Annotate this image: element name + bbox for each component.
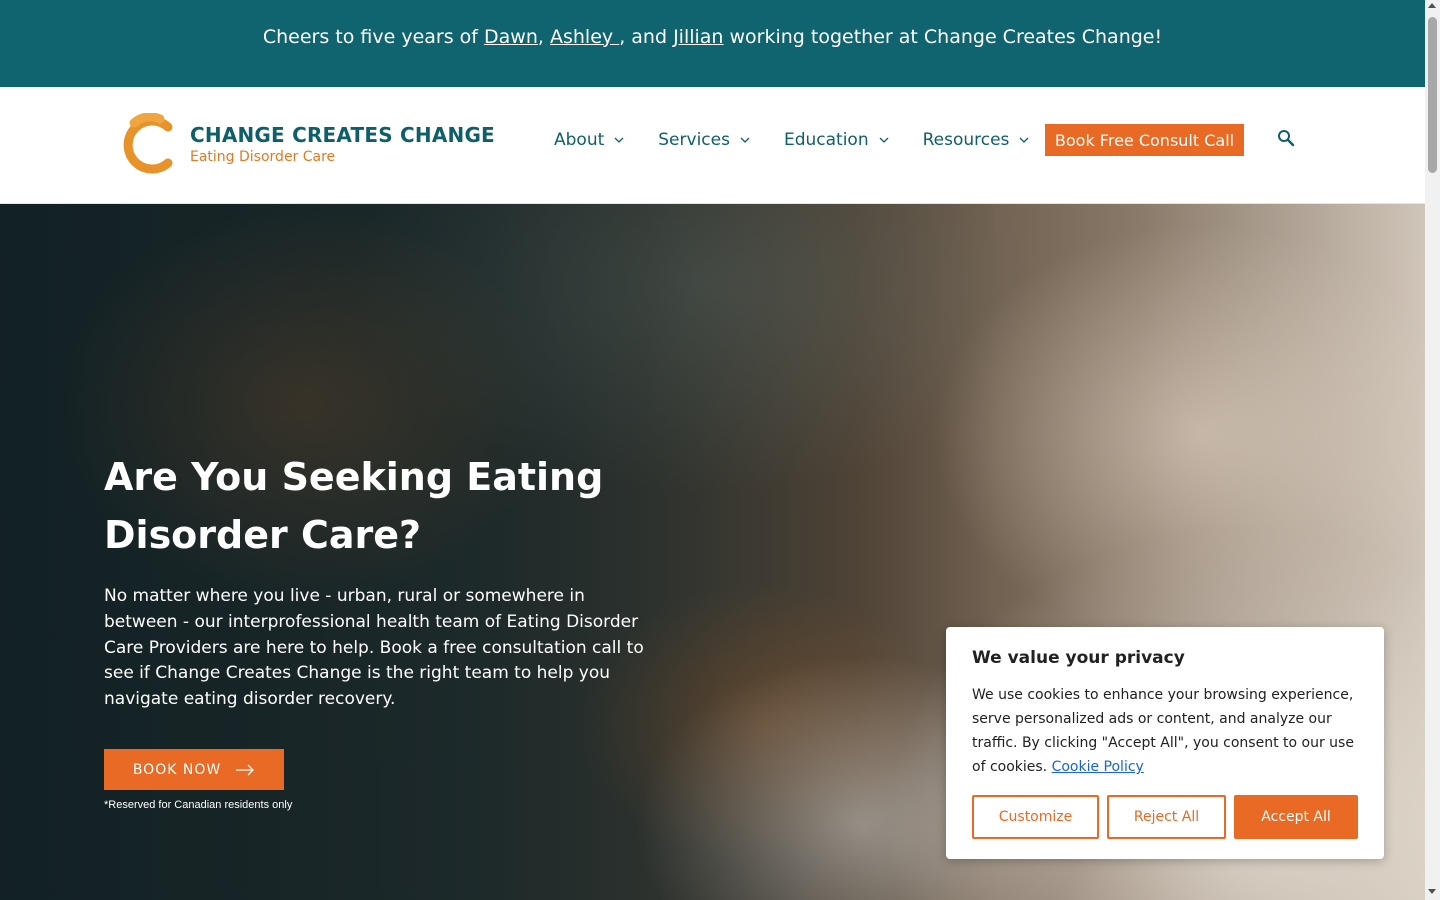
cookie-reject-button[interactable]: Reject All — [1107, 795, 1226, 839]
nav-label-resources: Resources — [922, 130, 1010, 150]
logo-subtitle: Eating Disorder Care — [190, 149, 336, 165]
announcement-suffix: working together at Change Creates Chang… — [723, 25, 1163, 48]
logo-c-icon — [123, 113, 173, 174]
announcement-sep-1: , — [537, 25, 550, 48]
hero-description: No matter where you live - urban, rural … — [104, 586, 644, 710]
book-now-label: BOOK NOW — [132, 761, 222, 778]
scroll-up-arrow-icon[interactable] — [1428, 3, 1436, 8]
search-icon[interactable] — [1276, 128, 1296, 148]
link-jillian[interactable]: Jillian — [673, 26, 723, 48]
announcement-bar: Cheers to five years of Dawn, Ashley , a… — [0, 0, 1425, 87]
book-now-button[interactable]: BOOK NOW — [104, 749, 284, 790]
cookie-accept-button[interactable]: Accept All — [1234, 795, 1358, 839]
chevron-down-icon — [614, 137, 624, 143]
hero-note: *Reserved for Canadian residents only — [104, 799, 293, 811]
hero-title: Are You Seeking Eating Disorder Care? — [104, 455, 604, 557]
chevron-down-icon — [740, 137, 750, 143]
nav-item-education[interactable]: Education — [784, 130, 890, 150]
cookie-policy-link[interactable]: Cookie Policy — [1052, 759, 1144, 775]
chevron-down-icon — [1019, 137, 1029, 143]
cookie-text: We use cookies to enhance your browsing … — [972, 683, 1364, 779]
scroll-down-arrow-icon[interactable] — [1428, 889, 1436, 894]
cookie-title: We value your privacy — [972, 648, 1185, 668]
nav-label-education: Education — [783, 130, 869, 150]
link-ashley[interactable]: Ashley — [550, 26, 619, 48]
scrollbar-thumb[interactable] — [1428, 17, 1437, 173]
page-scrollbar[interactable] — [1425, 0, 1440, 900]
link-dawn[interactable]: Dawn — [484, 26, 538, 48]
announcement-text: Cheers to five years of Dawn, Ashley , a… — [263, 26, 1162, 48]
site-header: CHANGE CREATES CHANGE Eating Disorder Ca… — [0, 87, 1425, 204]
arrow-right-icon — [236, 764, 255, 775]
announcement-sep-2: , and — [619, 25, 674, 48]
nav-label-services: Services — [658, 130, 730, 150]
site-logo[interactable]: CHANGE CREATES CHANGE Eating Disorder Ca… — [120, 113, 495, 177]
logo-title: CHANGE CREATES CHANGE — [190, 123, 495, 147]
cookie-description: We use cookies to enhance your browsing … — [972, 687, 1354, 775]
cookie-customize-button[interactable]: Customize — [972, 795, 1099, 839]
nav-item-services[interactable]: Services — [658, 130, 751, 150]
announcement-prefix: Cheers to five years of — [262, 25, 485, 48]
nav-label-about: About — [554, 130, 605, 150]
book-consult-button[interactable]: Book Free Consult Call — [1045, 124, 1244, 156]
chevron-down-icon — [879, 137, 889, 143]
main-nav: About Services Education Resources — [554, 124, 1063, 156]
cookie-consent-banner: We value your privacy We use cookies to … — [946, 627, 1384, 859]
nav-item-about[interactable]: About — [554, 130, 625, 150]
nav-item-resources[interactable]: Resources — [923, 130, 1031, 150]
